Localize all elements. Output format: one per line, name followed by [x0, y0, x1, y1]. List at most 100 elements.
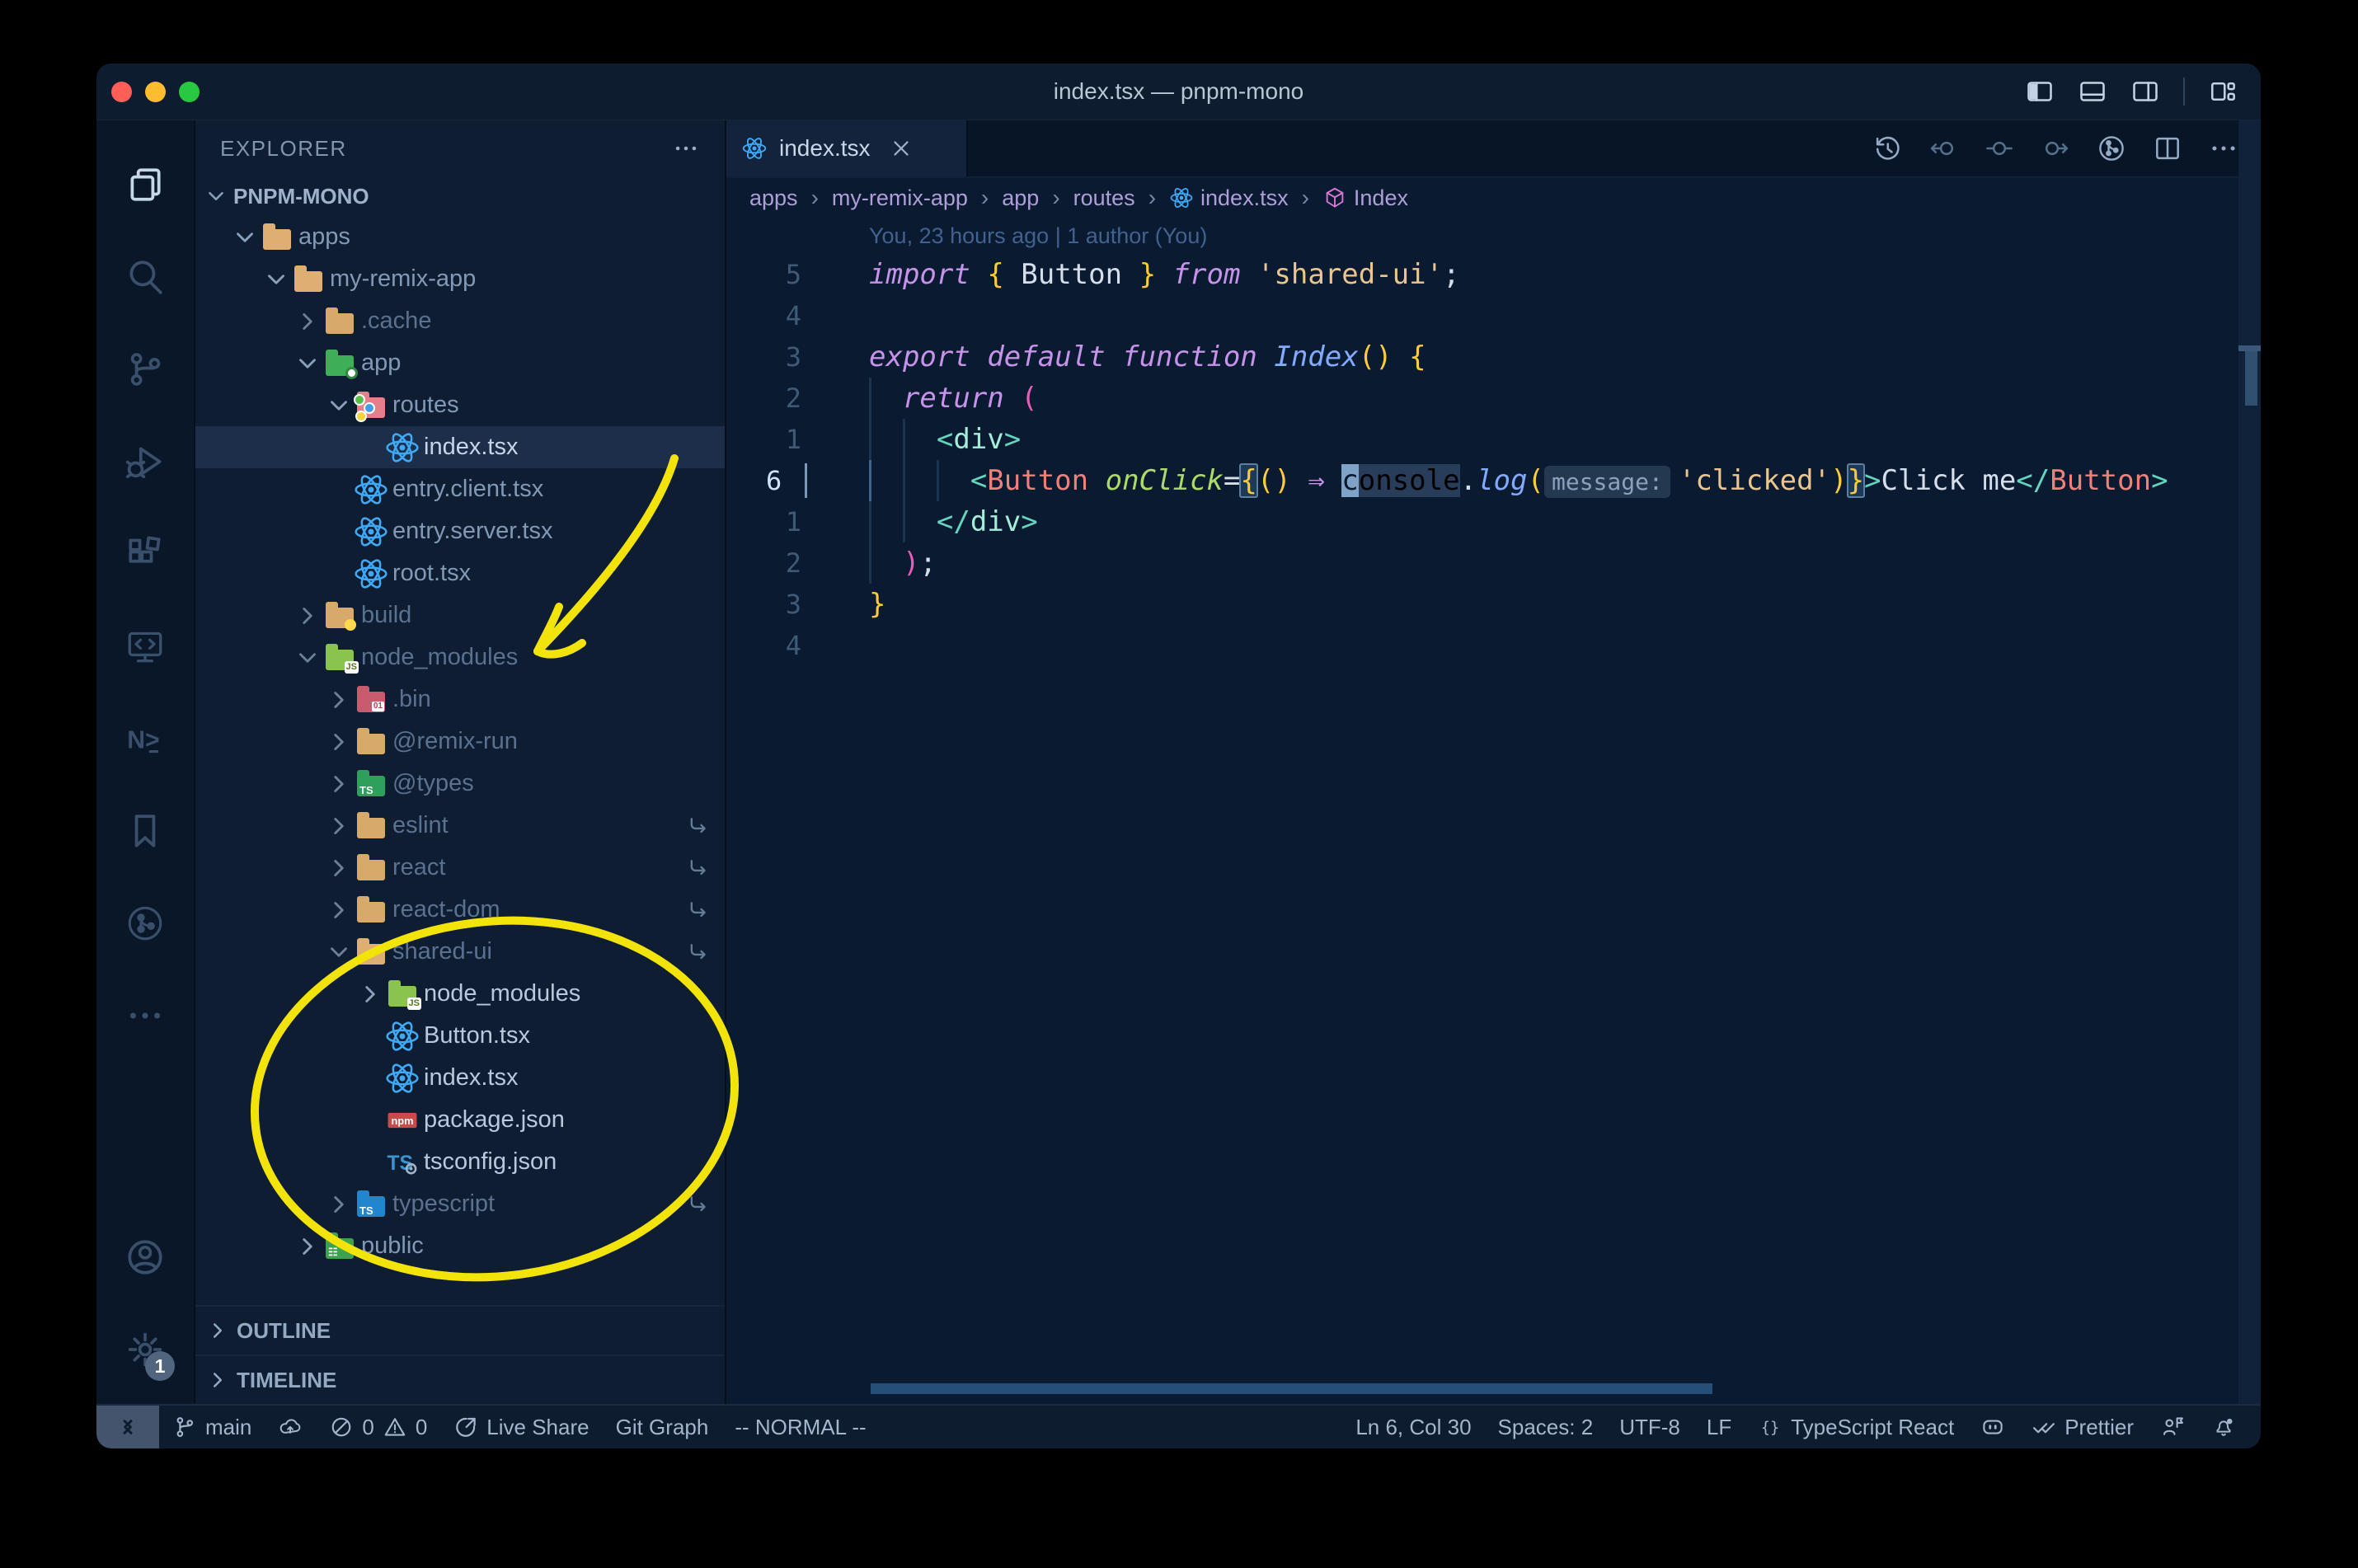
chevron-down-icon[interactable]: [325, 938, 353, 966]
panel-outline[interactable]: OUTLINE: [195, 1305, 725, 1354]
tree-item-index.tsx[interactable]: index.tsx: [195, 426, 725, 468]
layout-panel-icon[interactable]: [2078, 77, 2107, 106]
activity-extensions[interactable]: [114, 508, 176, 600]
tree-item-root.tsx[interactable]: root.tsx: [195, 552, 725, 594]
status-feedback[interactable]: [2147, 1406, 2198, 1448]
braces-icon: {}: [1758, 1415, 1783, 1439]
tree-item-shared-ui[interactable]: shared-ui: [195, 931, 725, 973]
breadcrumb-item-app[interactable]: app: [1002, 185, 1039, 211]
chevron-down-icon[interactable]: [231, 223, 259, 251]
tree-item-@types[interactable]: TS @types: [195, 763, 725, 805]
views-more-actions-icon[interactable]: [672, 134, 700, 162]
tree-item-entry.server.tsx[interactable]: entry.server.tsx: [195, 510, 725, 552]
status-formatter[interactable]: Prettier: [2018, 1406, 2147, 1448]
scrollbar-thumb[interactable]: [2245, 351, 2257, 406]
close-tab-icon[interactable]: [889, 136, 914, 161]
status-git-graph[interactable]: Git Graph: [603, 1406, 722, 1448]
activity-more-views[interactable]: [114, 969, 176, 1062]
tree-item-.bin[interactable]: 01 .bin: [195, 678, 725, 721]
activity-run-debug[interactable]: [114, 415, 176, 508]
chevron-right-icon[interactable]: [356, 980, 384, 1008]
vertical-scrollbar[interactable]: [2238, 120, 2261, 1404]
tree-item-typescript[interactable]: TS typescript: [195, 1183, 725, 1225]
status-copilot[interactable]: [1967, 1406, 2018, 1448]
tree-item-package.json[interactable]: npm package.json: [195, 1099, 725, 1141]
tree-item-eslint[interactable]: eslint: [195, 805, 725, 847]
editor-toolbar: [1872, 120, 2261, 176]
tree-item-.cache[interactable]: .cache: [195, 300, 725, 342]
panel-timeline[interactable]: TIMELINE: [195, 1354, 725, 1404]
chevron-right-icon[interactable]: [294, 307, 322, 336]
nav-back-icon[interactable]: [1928, 133, 1959, 164]
status-encoding[interactable]: UTF-8: [1606, 1406, 1693, 1448]
nav-forward-icon[interactable]: [2040, 133, 2071, 164]
history-icon[interactable]: [1872, 133, 1903, 164]
breadcrumb-item-index.tsx[interactable]: index.tsx: [1169, 185, 1289, 211]
breadcrumb-item-routes[interactable]: routes: [1073, 185, 1135, 211]
tree-item-Button.tsx[interactable]: Button.tsx: [195, 1015, 725, 1057]
tree-item-react[interactable]: react: [195, 847, 725, 889]
status-publish[interactable]: [265, 1406, 316, 1448]
activity-remote-explorer[interactable]: [114, 600, 176, 692]
layout-sidebar-left-icon[interactable]: [2025, 77, 2055, 106]
status-problems[interactable]: 00: [316, 1406, 440, 1448]
tree-item-public[interactable]: ☷ public: [195, 1225, 725, 1267]
breadcrumb-item-Index[interactable]: Index: [1322, 185, 1408, 211]
chevron-right-icon[interactable]: [325, 686, 353, 714]
tree-item-entry.client.tsx[interactable]: entry.client.tsx: [195, 468, 725, 510]
tree-item-@remix-run[interactable]: @remix-run: [195, 721, 725, 763]
status-live-share[interactable]: Live Share: [440, 1406, 602, 1448]
tree-item-node_modules[interactable]: JS node_modules: [195, 636, 725, 678]
activity-accounts[interactable]: [114, 1211, 176, 1303]
activity-search[interactable]: [114, 231, 176, 323]
status-git-branch[interactable]: main: [159, 1406, 265, 1448]
chevron-right-icon[interactable]: [325, 812, 353, 840]
code-editor[interactable]: You, 23 hours ago | 1 author (You) 5 impor…: [726, 218, 2261, 1404]
breadcrumb-item-apps[interactable]: apps: [749, 185, 798, 211]
chevron-right-icon[interactable]: [325, 896, 353, 924]
status-language-mode[interactable]: {} TypeScript React: [1745, 1406, 1967, 1448]
tree-item-node_modules[interactable]: JS node_modules: [195, 973, 725, 1015]
chevron-right-icon[interactable]: [325, 728, 353, 756]
chevron-down-icon[interactable]: [294, 350, 322, 378]
status-eol[interactable]: LF: [1693, 1406, 1745, 1448]
activity-nx-console[interactable]: N>: [114, 692, 176, 785]
chevron-right-icon[interactable]: [325, 1190, 353, 1218]
status-notifications[interactable]: [2198, 1406, 2249, 1448]
chevron-down-icon[interactable]: [325, 392, 353, 420]
layout-customize-icon[interactable]: [2208, 77, 2238, 106]
more-actions-icon[interactable]: [2208, 133, 2239, 164]
horizontal-scrollbar[interactable]: [871, 1383, 1712, 1394]
activity-bookmarks[interactable]: [114, 785, 176, 877]
chevron-down-icon[interactable]: [262, 265, 290, 293]
nav-dot-icon[interactable]: [1984, 133, 2015, 164]
workspace-section-header[interactable]: PNPM-MONO: [195, 176, 725, 216]
chevron-right-icon[interactable]: [325, 770, 353, 798]
activity-source-control[interactable]: [114, 323, 176, 415]
chevron-down-icon[interactable]: [294, 644, 322, 672]
activity-settings[interactable]: 1: [114, 1303, 176, 1396]
file-tree: apps my-remix-app .cache app routes index.tsx…: [195, 216, 725, 1305]
status-indentation[interactable]: Spaces: 2: [1485, 1406, 1607, 1448]
split-editor-icon[interactable]: [2152, 133, 2183, 164]
tree-item-apps[interactable]: apps: [195, 216, 725, 258]
tree-item-build[interactable]: build: [195, 594, 725, 636]
breadcrumb-item-my-remix-app[interactable]: my-remix-app: [832, 185, 968, 211]
chevron-right-icon[interactable]: [325, 854, 353, 882]
chevron-right-icon[interactable]: [294, 602, 322, 630]
tree-item-tsconfig.json[interactable]: TS tsconfig.json: [195, 1141, 725, 1183]
chevron-right-icon[interactable]: [294, 1232, 322, 1261]
layout-sidebar-right-icon[interactable]: [2130, 77, 2160, 106]
status-cursor-position[interactable]: Ln 6, Col 30: [1342, 1406, 1484, 1448]
activity-gitlens[interactable]: [114, 877, 176, 969]
activity-explorer[interactable]: [114, 138, 176, 231]
gitlens-graph-icon[interactable]: [2096, 133, 2127, 164]
tree-item-app[interactable]: app: [195, 342, 725, 384]
tree-item-my-remix-app[interactable]: my-remix-app: [195, 258, 725, 300]
tab-index-tsx[interactable]: index.tsx: [726, 120, 968, 176]
status-remote[interactable]: [96, 1406, 159, 1448]
status-vim-mode[interactable]: -- NORMAL --: [721, 1406, 879, 1448]
tree-item-index.tsx[interactable]: index.tsx: [195, 1057, 725, 1099]
tree-item-react-dom[interactable]: react-dom: [195, 889, 725, 931]
tree-item-routes[interactable]: routes: [195, 384, 725, 426]
